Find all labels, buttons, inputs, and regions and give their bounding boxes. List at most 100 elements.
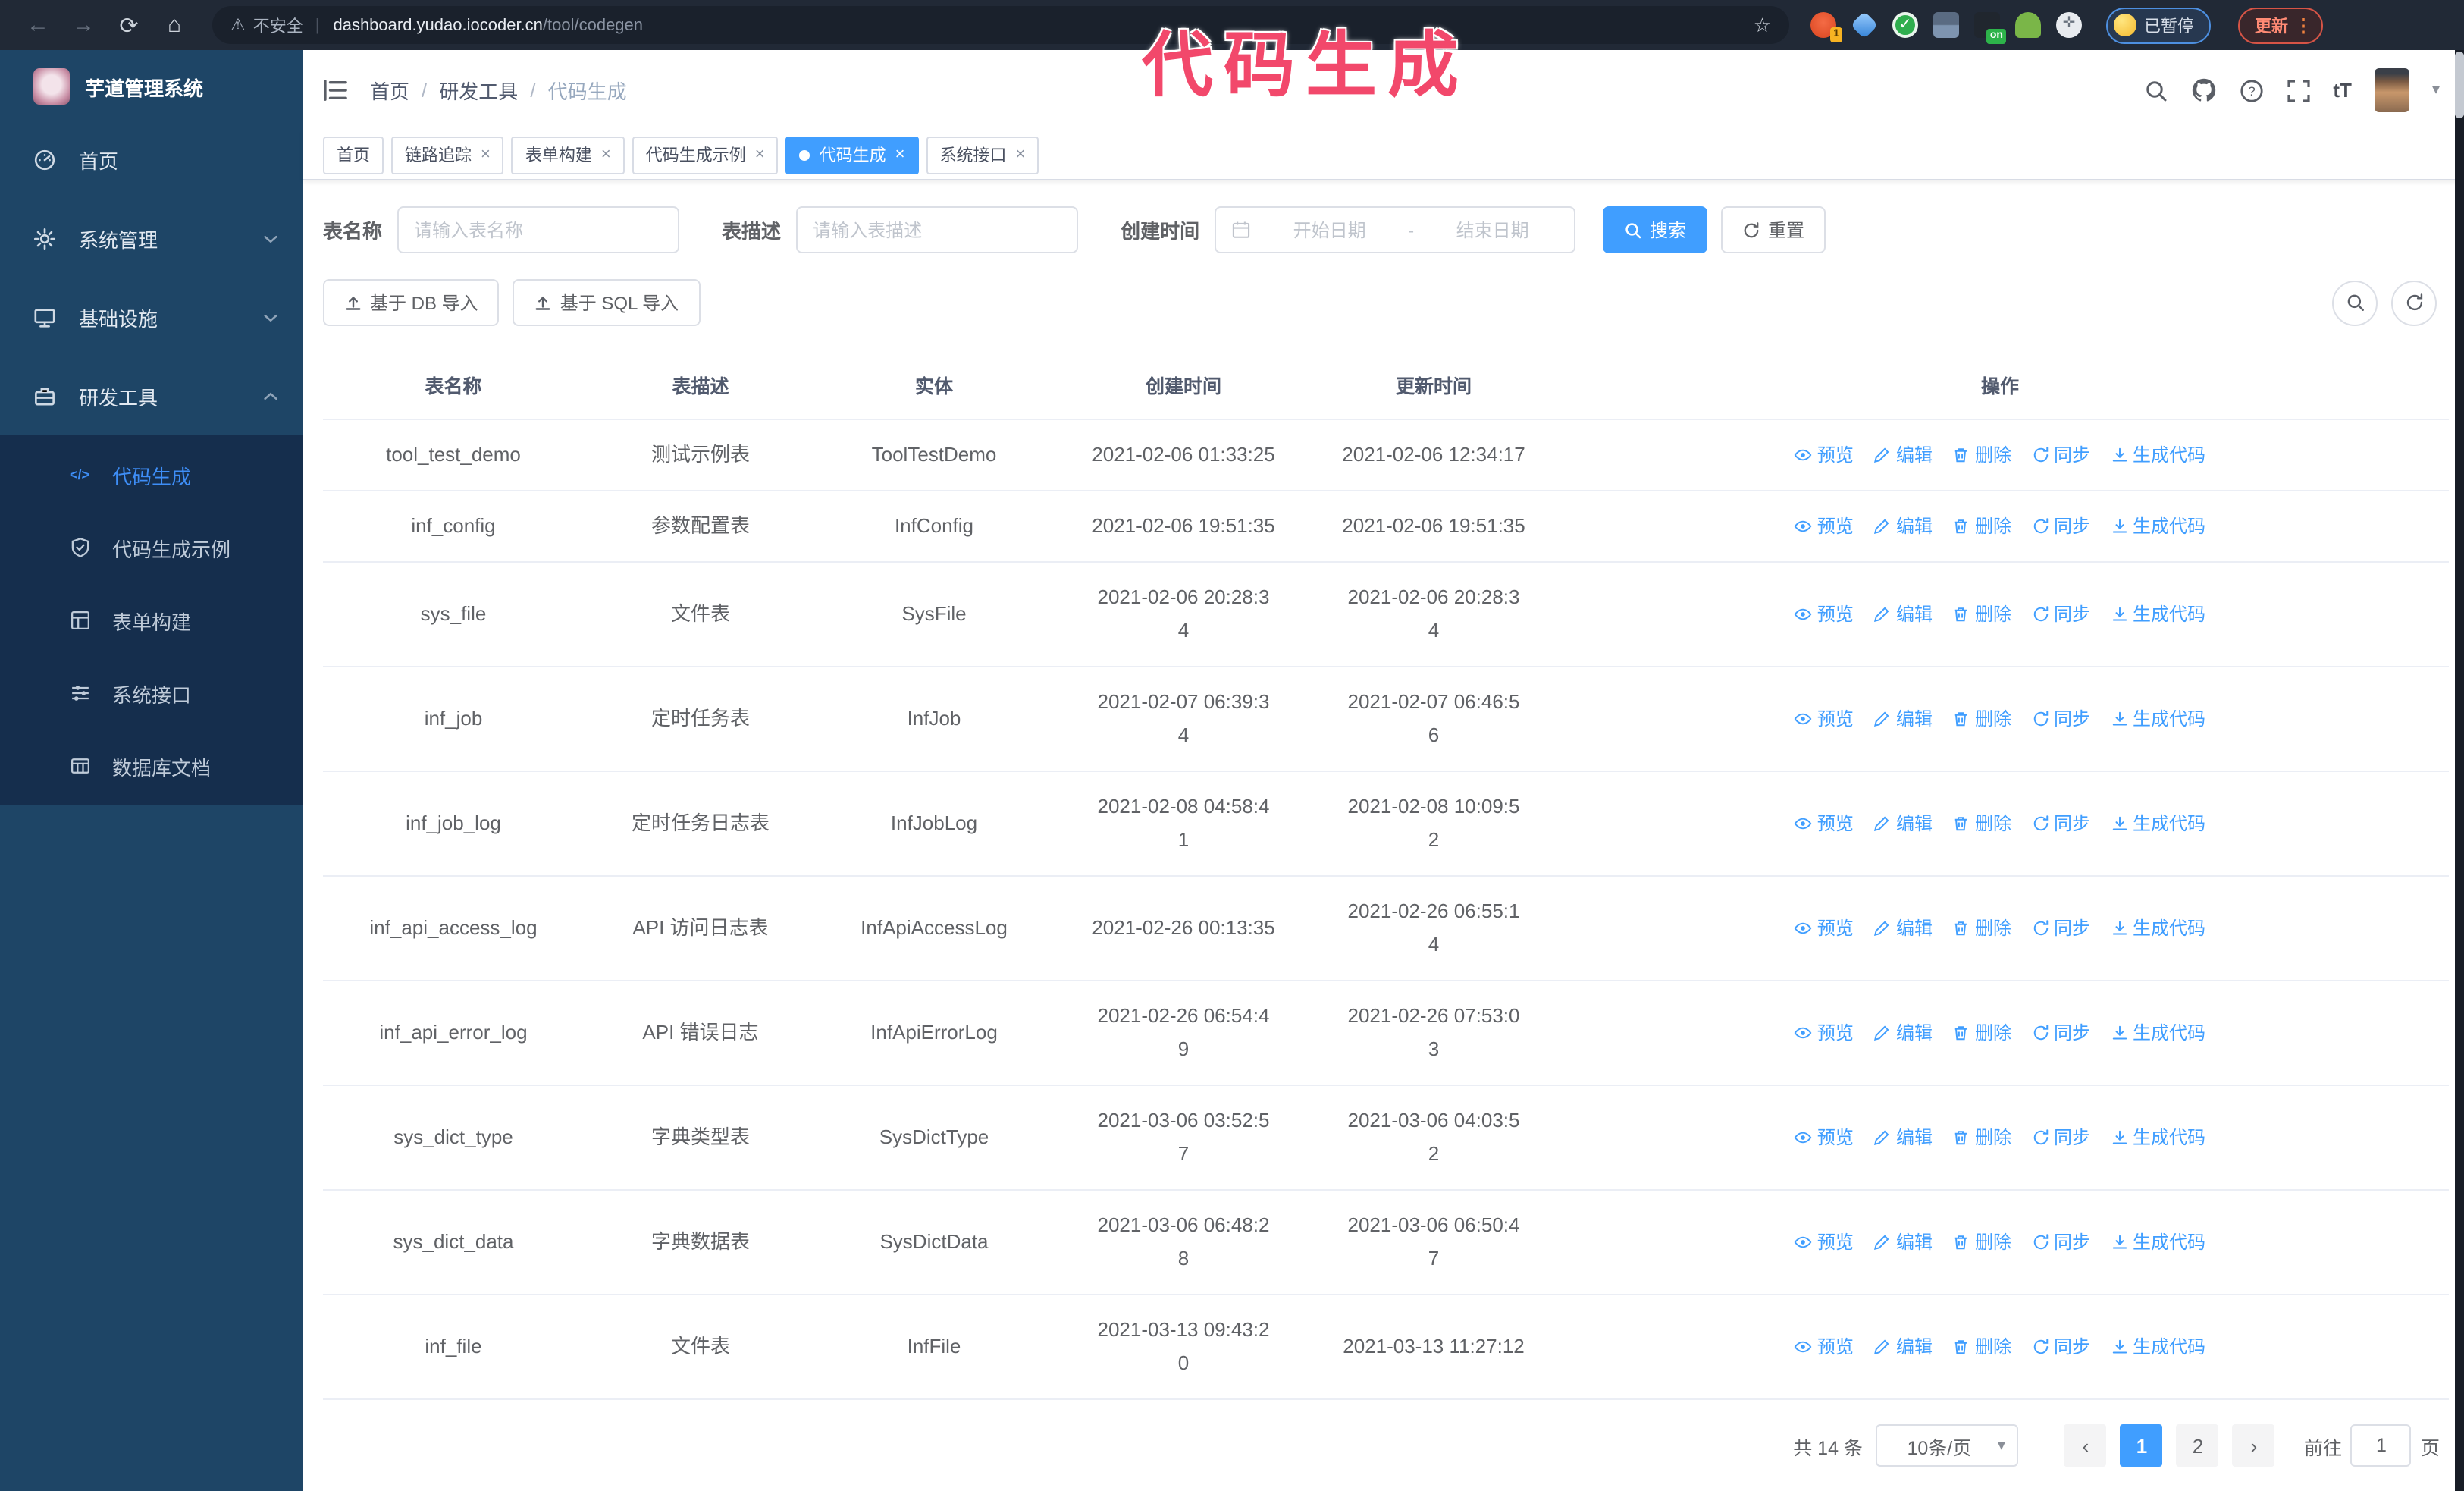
table-desc-input[interactable] <box>796 206 1079 253</box>
delete-link[interactable]: 删除 <box>1952 807 2011 840</box>
preview-link[interactable]: 预览 <box>1795 912 1854 945</box>
preview-link[interactable]: 预览 <box>1795 510 1854 543</box>
delete-link[interactable]: 删除 <box>1952 598 2011 631</box>
create-time-range-picker[interactable]: 开始日期 - 结束日期 <box>1215 206 1576 253</box>
user-avatar[interactable] <box>2374 68 2409 112</box>
back-icon[interactable]: ← <box>15 12 61 38</box>
tab-tracing[interactable]: 链路追踪 × <box>391 136 504 174</box>
extension-icon[interactable]: on <box>1974 12 2006 44</box>
app-logo[interactable]: 芋道管理系统 <box>0 50 303 120</box>
edit-link[interactable]: 编辑 <box>1873 438 1933 472</box>
sidebar-item-codegen[interactable]: </> 代码生成 <box>0 438 303 511</box>
extensions-puzzle-icon[interactable]: ✛ <box>2056 12 2082 38</box>
preview-link[interactable]: 预览 <box>1795 1016 1854 1050</box>
generate-code-link[interactable]: 生成代码 <box>2110 1121 2205 1154</box>
sync-link[interactable]: 同步 <box>2031 510 2090 543</box>
sync-link[interactable]: 同步 <box>2031 1330 2090 1364</box>
sync-link[interactable]: 同步 <box>2031 912 2090 945</box>
search-icon[interactable] <box>2143 78 2168 102</box>
edit-link[interactable]: 编辑 <box>1873 1016 1933 1050</box>
delete-link[interactable]: 删除 <box>1952 1226 2011 1259</box>
delete-link[interactable]: 删除 <box>1952 438 2011 472</box>
generate-code-link[interactable]: 生成代码 <box>2110 912 2205 945</box>
sidebar-item-devtools[interactable]: 研发工具 <box>0 356 303 435</box>
delete-link[interactable]: 删除 <box>1952 1121 2011 1154</box>
sync-link[interactable]: 同步 <box>2031 1121 2090 1154</box>
sidebar-item-system-api[interactable]: 系统接口 <box>0 657 303 730</box>
sidebar-item-system[interactable]: 系统管理 <box>0 199 303 278</box>
extension-check-icon[interactable]: ✓ <box>1892 12 1918 38</box>
scrollbar-thumb[interactable] <box>2455 52 2464 118</box>
close-icon[interactable]: × <box>755 146 765 164</box>
github-icon[interactable] <box>2190 77 2216 103</box>
browser-update-button[interactable]: 更新 ⋮ <box>2238 7 2323 43</box>
extension-grid-icon[interactable] <box>1933 12 1959 38</box>
sidebar-item-codegen-example[interactable]: 代码生成示例 <box>0 511 303 584</box>
font-size-icon[interactable]: tT <box>2333 79 2352 102</box>
extension-icon[interactable] <box>2015 12 2041 38</box>
sync-link[interactable]: 同步 <box>2031 438 2090 472</box>
edit-link[interactable]: 编辑 <box>1873 912 1933 945</box>
preview-link[interactable]: 预览 <box>1795 807 1854 840</box>
generate-code-link[interactable]: 生成代码 <box>2110 807 2205 840</box>
generate-code-link[interactable]: 生成代码 <box>2110 702 2205 736</box>
address-bar[interactable]: ⚠ 不安全 | dashboard.yudao.iocoder.cn /tool… <box>212 6 1789 44</box>
fullscreen-icon[interactable] <box>2286 78 2310 102</box>
edit-link[interactable]: 编辑 <box>1873 1121 1933 1154</box>
generate-code-link[interactable]: 生成代码 <box>2110 1226 2205 1259</box>
reload-icon[interactable]: ⟳ <box>106 11 152 39</box>
extension-icon[interactable]: 1 <box>1810 12 1842 42</box>
close-icon[interactable]: × <box>1016 146 1026 164</box>
sidebar-item-infra[interactable]: 基础设施 <box>0 278 303 356</box>
generate-code-link[interactable]: 生成代码 <box>2110 510 2205 543</box>
jump-page-input[interactable] <box>2350 1424 2412 1467</box>
next-page-button[interactable]: › <box>2232 1424 2275 1467</box>
page-1-button[interactable]: 1 <box>2120 1424 2163 1467</box>
home-icon[interactable]: ⌂ <box>152 12 197 38</box>
generate-code-link[interactable]: 生成代码 <box>2110 1016 2205 1050</box>
edit-link[interactable]: 编辑 <box>1873 598 1933 631</box>
reset-button[interactable]: 重置 <box>1721 206 1826 253</box>
page-2-button[interactable]: 2 <box>2176 1424 2219 1467</box>
forward-icon[interactable]: → <box>61 12 106 38</box>
sync-link[interactable]: 同步 <box>2031 598 2090 631</box>
delete-link[interactable]: 删除 <box>1952 1330 2011 1364</box>
bookmark-star-icon[interactable]: ☆ <box>1754 13 1771 37</box>
import-db-button[interactable]: 基于 DB 导入 <box>323 279 500 326</box>
table-name-input[interactable] <box>397 206 680 253</box>
prev-page-button[interactable]: ‹ <box>2064 1424 2107 1467</box>
search-button[interactable]: 搜索 <box>1603 206 1708 253</box>
edit-link[interactable]: 编辑 <box>1873 1330 1933 1364</box>
sync-link[interactable]: 同步 <box>2031 807 2090 840</box>
refresh-table-button[interactable] <box>2391 280 2437 325</box>
delete-link[interactable]: 删除 <box>1952 702 2011 736</box>
tab-form-builder[interactable]: 表单构建 × <box>511 136 625 174</box>
page-size-select[interactable]: 10条/页 ▾ <box>1876 1424 2019 1467</box>
toggle-search-button[interactable] <box>2332 280 2378 325</box>
tab-codegen-example[interactable]: 代码生成示例 × <box>632 136 779 174</box>
sync-link[interactable]: 同步 <box>2031 1226 2090 1259</box>
preview-link[interactable]: 预览 <box>1795 598 1854 631</box>
close-icon[interactable]: × <box>481 146 491 164</box>
close-icon[interactable]: × <box>601 146 611 164</box>
delete-link[interactable]: 删除 <box>1952 510 2011 543</box>
generate-code-link[interactable]: 生成代码 <box>2110 598 2205 631</box>
sync-link[interactable]: 同步 <box>2031 1016 2090 1050</box>
tab-system-api[interactable]: 系统接口 × <box>926 136 1039 174</box>
sidebar-item-db-docs[interactable]: 数据库文档 <box>0 730 303 802</box>
breadcrumb-home[interactable]: 首页 <box>370 76 409 105</box>
preview-link[interactable]: 预览 <box>1795 702 1854 736</box>
browser-menu-icon[interactable]: ⋮ <box>2294 14 2312 36</box>
breadcrumb-devtools[interactable]: 研发工具 <box>439 76 518 105</box>
preview-link[interactable]: 预览 <box>1795 1330 1854 1364</box>
profile-paused-badge[interactable]: 已暂停 <box>2106 7 2211 43</box>
sidebar-item-home[interactable]: 首页 <box>0 120 303 199</box>
generate-code-link[interactable]: 生成代码 <box>2110 1330 2205 1364</box>
preview-link[interactable]: 预览 <box>1795 1226 1854 1259</box>
close-icon[interactable]: × <box>895 146 905 164</box>
scrollbar-track[interactable] <box>2455 50 2464 1491</box>
delete-link[interactable]: 删除 <box>1952 912 2011 945</box>
collapse-sidebar-icon[interactable] <box>323 79 349 102</box>
preview-link[interactable]: 预览 <box>1795 1121 1854 1154</box>
edit-link[interactable]: 编辑 <box>1873 1226 1933 1259</box>
